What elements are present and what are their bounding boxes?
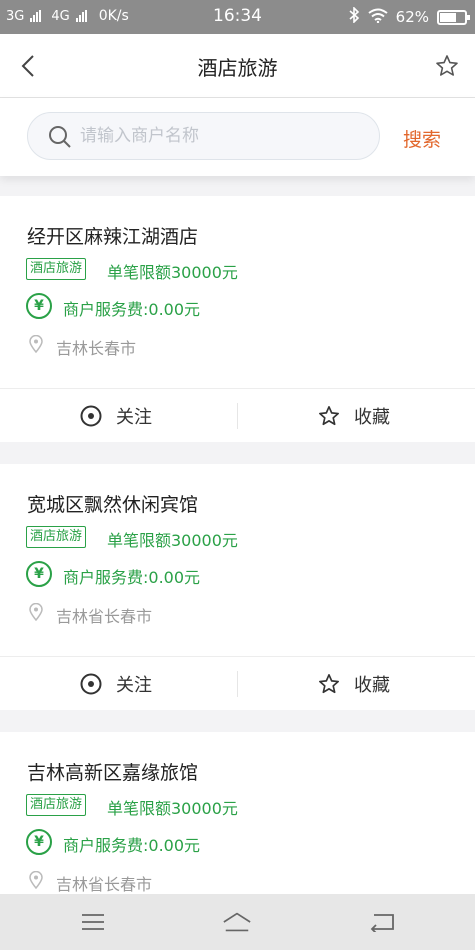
- merchant-location: 吉林省长春市: [56, 875, 153, 894]
- service-fee: 商户服务费:0.00元: [63, 568, 201, 587]
- transaction-limit: 单笔限额30000元: [107, 799, 238, 818]
- back-nav-button[interactable]: [367, 908, 397, 936]
- merchant-card[interactable]: 吉林高新区嘉缘旅馆 酒店旅游 单笔限额30000元 ¥ 商户服务费:0.00元 …: [0, 732, 475, 894]
- transaction-limit: 单笔限额30000元: [107, 263, 238, 282]
- transaction-limit: 单笔限额30000元: [107, 531, 238, 550]
- header: 酒店旅游: [0, 34, 475, 98]
- search-icon: [49, 126, 71, 148]
- category-tag: 酒店旅游: [26, 258, 87, 280]
- home-button[interactable]: [222, 908, 252, 936]
- star-icon: [436, 55, 458, 76]
- home-icon: [223, 912, 251, 932]
- status-bar: 3G 4G 0K/s 16:34 62%: [0, 0, 475, 34]
- favorite-label: 收藏: [354, 407, 390, 428]
- merchant-name: 宽城区飘然休闲宾馆: [27, 494, 199, 516]
- follow-label: 关注: [116, 407, 152, 428]
- location-pin-icon: [29, 871, 43, 889]
- star-icon: [319, 406, 339, 426]
- location-pin-icon: [29, 335, 43, 353]
- merchant-card[interactable]: 宽城区飘然休闲宾馆 酒店旅游 单笔限额30000元 ¥ 商户服务费:0.00元 …: [0, 464, 475, 710]
- card-actions: 关注 收藏: [0, 656, 475, 710]
- location-pin-icon: [29, 603, 43, 621]
- service-fee: 商户服务费:0.00元: [63, 836, 201, 855]
- card-actions: 关注 收藏: [0, 388, 475, 442]
- merchant-name: 经开区麻辣江湖酒店: [27, 226, 199, 248]
- page-title: 酒店旅游: [197, 56, 278, 80]
- search-bar: 搜索: [0, 98, 475, 176]
- search-box: [27, 112, 380, 160]
- yuan-icon: ¥: [26, 829, 52, 855]
- favorite-button[interactable]: 收藏: [318, 389, 390, 443]
- category-tag: 酒店旅游: [26, 794, 87, 816]
- eye-icon: [80, 405, 102, 427]
- favorite-label: 收藏: [354, 675, 390, 696]
- search-input[interactable]: [80, 113, 370, 159]
- merchant-card[interactable]: 经开区麻辣江湖酒店 酒店旅游 单笔限额30000元 ¥ 商户服务费:0.00元 …: [0, 196, 475, 442]
- battery-icon: [437, 9, 470, 25]
- star-icon: [319, 674, 339, 694]
- menu-icon: [82, 914, 104, 930]
- category-tag: 酒店旅游: [26, 526, 87, 548]
- action-divider: [237, 403, 238, 429]
- follow-button[interactable]: 关注: [80, 389, 152, 443]
- back-arrow-icon: [370, 914, 394, 932]
- follow-button[interactable]: 关注: [80, 657, 152, 711]
- merchant-location: 吉林长春市: [56, 339, 137, 358]
- menu-button[interactable]: [78, 908, 108, 936]
- favorite-button[interactable]: 收藏: [318, 657, 390, 711]
- favorite-page-button[interactable]: [429, 48, 465, 84]
- bluetooth-icon: [348, 6, 360, 27]
- yuan-icon: ¥: [26, 293, 52, 319]
- search-button[interactable]: 搜索: [403, 125, 441, 152]
- follow-label: 关注: [116, 675, 152, 696]
- system-nav-bar: [0, 894, 475, 950]
- wifi-icon: [368, 8, 388, 27]
- merchant-location: 吉林省长春市: [56, 607, 153, 626]
- battery-level: 62%: [395, 8, 429, 26]
- service-fee: 商户服务费:0.00元: [63, 300, 201, 319]
- yuan-icon: ¥: [26, 561, 52, 587]
- merchant-name: 吉林高新区嘉缘旅馆: [27, 762, 199, 784]
- action-divider: [237, 671, 238, 697]
- eye-icon: [80, 673, 102, 695]
